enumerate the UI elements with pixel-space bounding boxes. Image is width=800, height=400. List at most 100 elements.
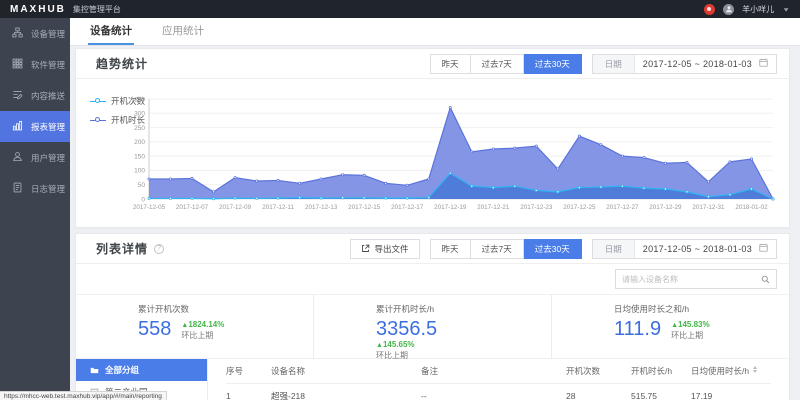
svg-text:2018-01-02: 2018-01-02 — [735, 204, 768, 211]
svg-text:2017-12-15: 2017-12-15 — [348, 204, 381, 211]
legend-marker-icon — [90, 117, 106, 124]
table-cell: 1 — [226, 391, 271, 400]
sort-icon[interactable] — [753, 366, 757, 373]
log-icon — [12, 182, 23, 195]
col-header[interactable]: 开机时长/h — [631, 365, 691, 377]
svg-text:2017-12-05: 2017-12-05 — [133, 204, 166, 211]
up-arrow-icon: ▲ — [376, 342, 383, 349]
statusbar-link-preview: https://mhcc-web.test.maxhub.vip/app/#/m… — [0, 391, 167, 400]
calendar-icon[interactable] — [759, 243, 768, 254]
range-button[interactable]: 昨天 — [430, 239, 471, 259]
platform-title: 集控管理平台 — [73, 4, 121, 15]
tabbar: 设备统计应用统计 — [70, 18, 800, 46]
col-header: 备注 — [421, 365, 566, 377]
tab-1[interactable]: 应用统计 — [160, 18, 206, 45]
svg-text:2017-12-27: 2017-12-27 — [606, 204, 639, 211]
stat-card-2: 日均使用时长之和/h111.9▲145.83%环比上期 — [551, 295, 789, 358]
user-icon — [12, 151, 23, 164]
search-icon — [761, 275, 770, 284]
stat-value: 558 — [138, 318, 171, 340]
table-header-row: 序号设备名称备注开机次数开机时长/h日均使用时长/h — [226, 359, 771, 384]
sidebar: 设备管理软件管理内容推送报表管理用户管理日志管理 — [0, 18, 70, 400]
up-arrow-icon: ▲ — [181, 322, 188, 329]
list-panel: 列表详情 ? 导出文件 昨天过去7天过去30天 日期 2017-12-05 ~ … — [75, 233, 790, 400]
search-button[interactable] — [754, 270, 776, 288]
notification-badge-icon[interactable] — [704, 4, 715, 15]
svg-text:2017-12-09: 2017-12-09 — [219, 204, 252, 211]
list-date-picker[interactable]: 日期 2017-12-05 ~ 2018-01-03 — [592, 239, 777, 259]
trend-range-segment: 昨天过去7天过去30天 — [430, 54, 582, 74]
col-header: 序号 — [226, 365, 271, 377]
sidebar-item-report-chart[interactable]: 报表管理 — [0, 111, 70, 142]
svg-text:2017-12-23: 2017-12-23 — [520, 204, 553, 211]
delta-up: ▲145.65% — [376, 340, 551, 349]
search-input[interactable] — [616, 275, 754, 284]
export-file-button[interactable]: 导出文件 — [350, 239, 420, 259]
svg-text:2017-12-11: 2017-12-11 — [262, 204, 294, 211]
table-row[interactable]: 1超强-218--28515.7517.19 — [226, 384, 771, 400]
stats-row: 累计开机次数558▲1824.14%环比上期累计开机时长/h3356.5▲145… — [76, 294, 789, 358]
table-cell: -- — [421, 391, 566, 400]
trend-title: 趋势统计 — [96, 55, 148, 72]
table-cell: 17.19 — [691, 391, 771, 400]
sidebar-item-content-push[interactable]: 内容推送 — [0, 80, 70, 111]
device-table: 序号设备名称备注开机次数开机时长/h日均使用时长/h 1超强-218--2851… — [208, 359, 789, 400]
sidebar-item-log[interactable]: 日志管理 — [0, 173, 70, 204]
maxhub-logo: MAXHUB — [10, 4, 66, 15]
trend-panel: 趋势统计 昨天过去7天过去30天 日期 2017-12-05 ~ 2018-01… — [75, 48, 790, 228]
report-chart-icon — [12, 120, 23, 133]
svg-text:300: 300 — [134, 111, 145, 118]
svg-text:2017-12-25: 2017-12-25 — [563, 204, 596, 211]
chevron-down-icon[interactable]: ▼ — [782, 6, 790, 12]
stat-value: 3356.5 — [376, 318, 437, 340]
svg-text:2017-12-13: 2017-12-13 — [305, 204, 338, 211]
sidebar-item-user[interactable]: 用户管理 — [0, 142, 70, 173]
svg-text:200: 200 — [134, 139, 145, 146]
list-range-segment: 昨天过去7天过去30天 — [430, 239, 582, 259]
tab-0[interactable]: 设备统计 — [88, 18, 134, 45]
calendar-icon[interactable] — [759, 58, 768, 69]
svg-text:2017-12-07: 2017-12-07 — [176, 204, 209, 211]
help-icon[interactable]: ? — [154, 244, 164, 254]
stat-card-1: 累计开机时长/h3356.5▲145.65%环比上期 — [313, 295, 551, 358]
person-icon — [725, 5, 733, 13]
up-arrow-icon: ▲ — [671, 322, 678, 329]
col-header[interactable]: 日均使用时长/h — [691, 365, 771, 377]
range-button[interactable]: 过去30天 — [524, 54, 582, 74]
legend-marker-icon — [90, 98, 106, 105]
trend-panel-header: 趋势统计 昨天过去7天过去30天 日期 2017-12-05 ~ 2018-01… — [76, 49, 789, 79]
delta-up: ▲1824.14% — [181, 320, 224, 329]
table-cell: 超强-218 — [271, 390, 421, 400]
trend-area-chart[interactable]: 0501001502002503003502017-12-052017-12-0… — [121, 93, 781, 215]
sidebar-item-software[interactable]: 软件管理 — [0, 49, 70, 80]
range-button[interactable]: 昨天 — [430, 54, 471, 74]
list-panel-header: 列表详情 ? 导出文件 昨天过去7天过去30天 日期 2017-12-05 ~ … — [76, 234, 789, 264]
list-date-range[interactable]: 2017-12-05 ~ 2018-01-03 — [643, 244, 752, 254]
topbar: MAXHUB 集控管理平台 羊小咩儿 ▼ — [0, 0, 800, 18]
svg-text:2017-12-29: 2017-12-29 — [649, 204, 682, 211]
table-zone: 全部分组第二产业园 序号设备名称备注开机次数开机时长/h日均使用时长/h 1超强… — [76, 358, 789, 400]
range-button[interactable]: 过去7天 — [471, 54, 524, 74]
search-row — [76, 264, 789, 294]
svg-text:150: 150 — [134, 153, 145, 160]
date-label: 日期 — [593, 55, 635, 73]
trend-date-picker[interactable]: 日期 2017-12-05 ~ 2018-01-03 — [592, 54, 777, 74]
trend-date-range[interactable]: 2017-12-05 ~ 2018-01-03 — [643, 59, 752, 69]
svg-text:100: 100 — [134, 168, 145, 175]
range-button[interactable]: 过去30天 — [524, 239, 582, 259]
svg-text:2017-12-17: 2017-12-17 — [391, 204, 424, 211]
col-header[interactable]: 开机次数 — [566, 365, 631, 377]
table-cell: 515.75 — [631, 391, 691, 400]
delta-up: ▲145.83% — [671, 320, 710, 329]
sidebar-item-devices[interactable]: 设备管理 — [0, 18, 70, 49]
avatar[interactable] — [723, 4, 734, 15]
svg-text:50: 50 — [138, 182, 146, 189]
range-button[interactable]: 过去7天 — [471, 239, 524, 259]
table-cell: 28 — [566, 391, 631, 400]
stat-value: 111.9 — [614, 318, 661, 340]
date-label: 日期 — [593, 240, 635, 258]
folder-icon — [90, 366, 99, 375]
username[interactable]: 羊小咩儿 — [742, 4, 774, 15]
tree-item-0[interactable]: 全部分组 — [76, 359, 207, 381]
topbar-user-area: 羊小咩儿 ▼ — [704, 4, 790, 15]
